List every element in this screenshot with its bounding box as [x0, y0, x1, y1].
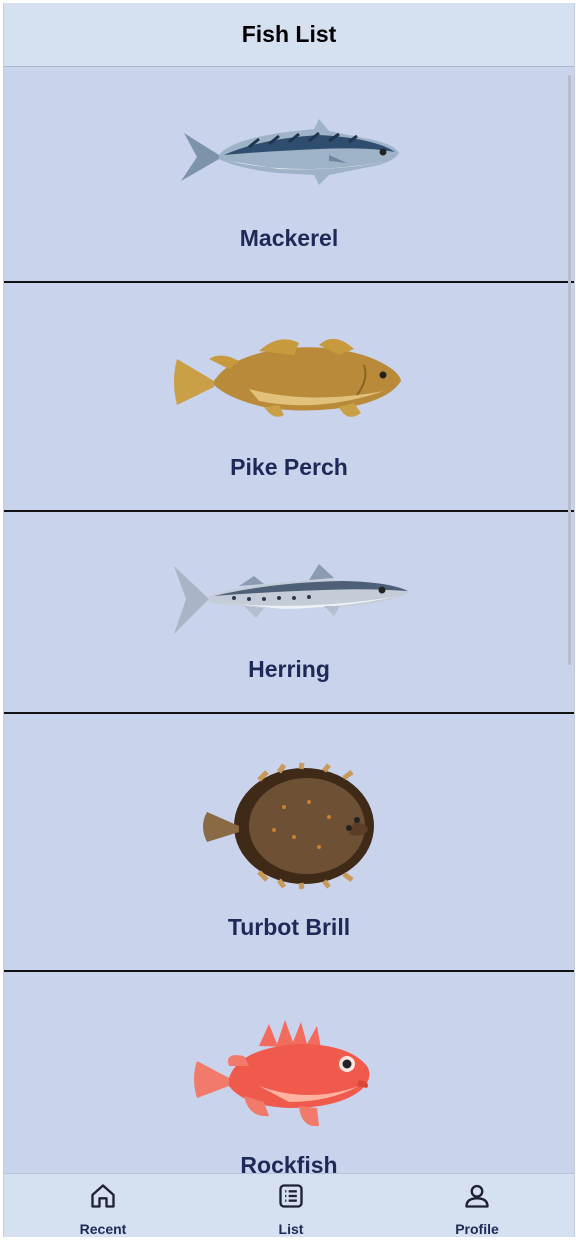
fish-name: Pike Perch: [230, 454, 348, 480]
fish-name: Mackerel: [239, 225, 339, 251]
tab-label: Recent: [79, 1221, 127, 1237]
tab-list[interactable]: List: [231, 1174, 351, 1237]
profile-icon: [463, 1174, 491, 1215]
fish-item-pike-perch[interactable]: Pike Perch: [4, 283, 574, 512]
fish-item-herring[interactable]: Herring: [4, 512, 574, 714]
fish-name: Herring: [248, 656, 330, 682]
fish-list[interactable]: Mackerel Pike Perch Herring Turbot Brill…: [4, 67, 574, 1173]
fish-item-rockfish[interactable]: Rockfish: [4, 972, 574, 1173]
rockfish-image: [4, 1016, 574, 1136]
mackerel-image: [4, 111, 574, 201]
turbot-brill-image: [4, 762, 574, 892]
scrollbar[interactable]: [568, 75, 571, 665]
list-icon: [277, 1174, 305, 1215]
tab-label: Profile: [455, 1221, 499, 1237]
app-header: Fish List: [4, 3, 574, 67]
page-title: Fish List: [241, 21, 337, 47]
tab-label: List: [278, 1221, 304, 1237]
bottom-tab-bar: Recent List Profile: [4, 1173, 574, 1237]
tab-profile[interactable]: Profile: [417, 1174, 537, 1237]
herring-image: [4, 556, 574, 646]
fish-item-turbot-brill[interactable]: Turbot Brill: [4, 714, 574, 972]
home-icon: [89, 1174, 117, 1215]
fish-name: Rockfish: [240, 1152, 338, 1173]
fish-name: Turbot Brill: [227, 914, 351, 940]
pike-perch-image: [4, 329, 574, 429]
tab-recent[interactable]: Recent: [43, 1174, 163, 1237]
fish-item-mackerel[interactable]: Mackerel: [4, 67, 574, 283]
app-frame: Fish List Mackerel Pike Perch Herring Tu…: [3, 3, 575, 1237]
